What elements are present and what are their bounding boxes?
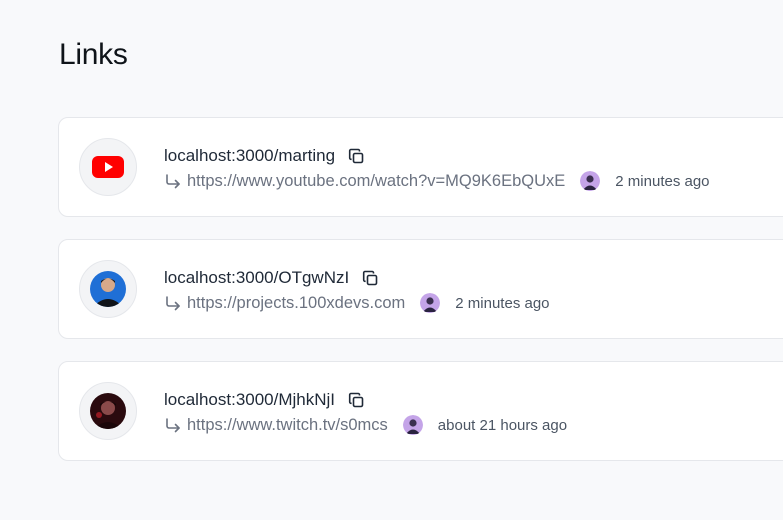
created-time: about 21 hours ago bbox=[437, 416, 568, 434]
profile-avatar-icon bbox=[79, 260, 137, 318]
corner-down-right-icon bbox=[164, 294, 182, 312]
user-avatar bbox=[580, 171, 601, 191]
short-url[interactable]: localhost:3000/MjhkNjI bbox=[164, 390, 335, 410]
destination-url[interactable]: https://www.twitch.tv/s0mcs bbox=[187, 416, 388, 435]
created-time: 2 minutes ago bbox=[455, 294, 550, 312]
user-avatar bbox=[402, 415, 423, 435]
corner-down-right-icon bbox=[164, 416, 182, 434]
link-card[interactable]: localhost:3000/marting https://www.youtu… bbox=[58, 117, 783, 217]
youtube-icon bbox=[79, 138, 137, 196]
link-card[interactable]: localhost:3000/OTgwNzI https://projects.… bbox=[58, 239, 783, 339]
profile-avatar-icon bbox=[79, 382, 137, 440]
copy-icon[interactable] bbox=[361, 269, 379, 287]
page-title: Links bbox=[59, 38, 128, 71]
link-card[interactable]: localhost:3000/MjhkNjI https://www.twitc… bbox=[58, 361, 783, 461]
destination-url[interactable]: https://projects.100xdevs.com bbox=[187, 294, 405, 313]
short-url[interactable]: localhost:3000/OTgwNzI bbox=[164, 268, 349, 288]
user-avatar bbox=[420, 293, 441, 313]
short-url[interactable]: localhost:3000/marting bbox=[164, 146, 335, 166]
created-time: 2 minutes ago bbox=[615, 172, 710, 190]
destination-url[interactable]: https://www.youtube.com/watch?v=MQ9K6EbQ… bbox=[187, 172, 565, 191]
copy-icon[interactable] bbox=[347, 147, 365, 165]
corner-down-right-icon bbox=[164, 172, 182, 190]
copy-icon[interactable] bbox=[347, 391, 365, 409]
